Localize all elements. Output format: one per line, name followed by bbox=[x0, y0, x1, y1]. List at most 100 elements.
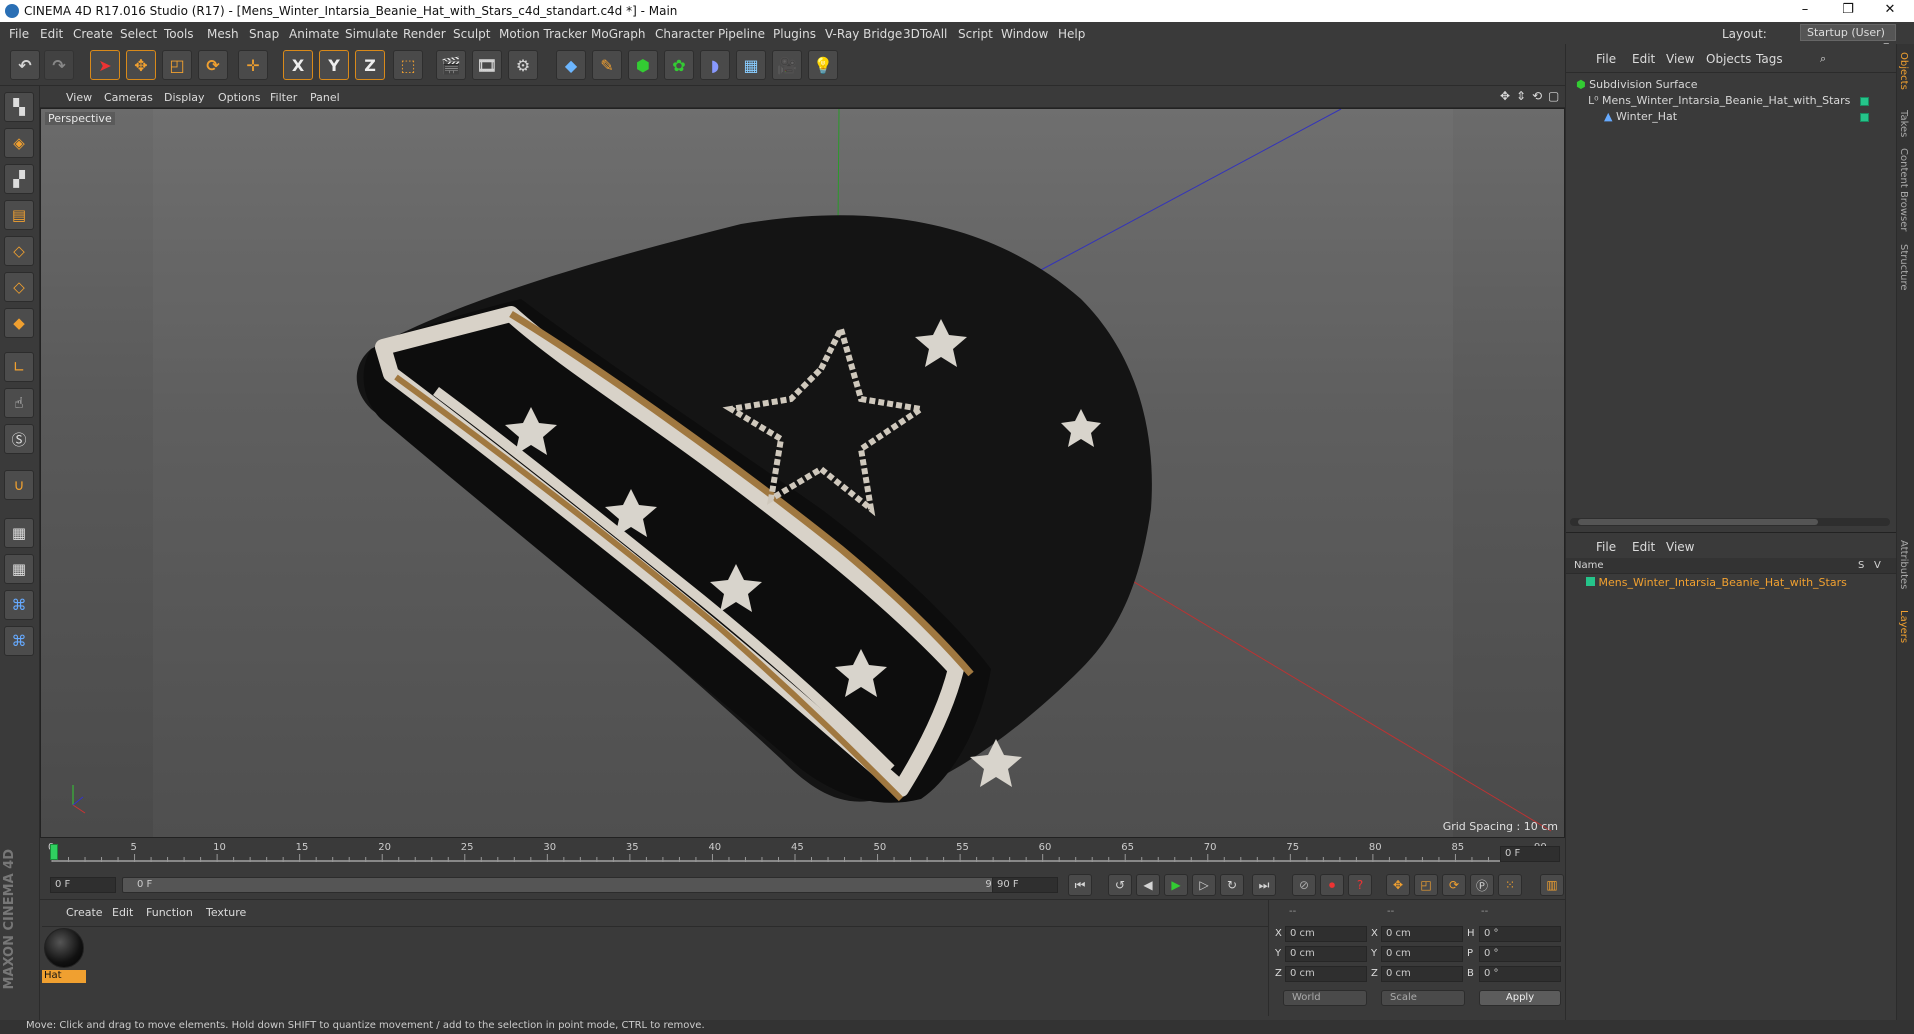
render-settings-icon[interactable]: ⚙ bbox=[508, 50, 538, 80]
axis-y-lock-button[interactable]: Y bbox=[319, 50, 349, 80]
size-mode-select[interactable]: Scale bbox=[1381, 990, 1465, 1006]
redo-icon[interactable]: ↷ bbox=[44, 50, 74, 80]
pen-spline-icon[interactable]: ✎ bbox=[592, 50, 622, 80]
previous-frame-icon[interactable]: ◀ bbox=[1136, 874, 1160, 896]
previous-key-icon[interactable]: ↺ bbox=[1108, 874, 1132, 896]
floor-environment-icon[interactable]: ▦ bbox=[736, 50, 766, 80]
layers-menu-file[interactable]: File bbox=[1596, 540, 1616, 554]
menu-file[interactable]: File bbox=[9, 27, 29, 41]
rotation-p-field[interactable]: 0 ° bbox=[1479, 946, 1561, 962]
next-frame-icon[interactable]: ▷ bbox=[1192, 874, 1216, 896]
object-row-subdivision-surface[interactable]: ⬢ Subdivision Surface bbox=[1576, 78, 1896, 94]
size-y-field[interactable]: 0 cm bbox=[1381, 946, 1463, 962]
position-y-field[interactable]: 0 cm bbox=[1285, 946, 1367, 962]
material-menu-function[interactable]: Function bbox=[146, 906, 193, 919]
axis-mode-icon[interactable]: ∟ bbox=[4, 352, 34, 382]
viewport-menu-view[interactable]: View bbox=[66, 91, 92, 104]
layers-menu-view[interactable]: View bbox=[1666, 540, 1694, 554]
objects-menu-tags[interactable]: Tags bbox=[1756, 52, 1783, 66]
objects-menu-objects[interactable]: Objects bbox=[1706, 52, 1751, 66]
viewport-maximize-icon[interactable]: ▢ bbox=[1548, 89, 1559, 103]
undo-icon[interactable]: ↶ bbox=[10, 50, 40, 80]
menu-script[interactable]: Script bbox=[958, 27, 993, 41]
make-editable-icon[interactable]: ▚ bbox=[4, 92, 34, 122]
workplane-mode-icon[interactable]: ▤ bbox=[4, 200, 34, 230]
start-frame-field[interactable]: 0 F bbox=[50, 877, 116, 893]
objects-menu-view[interactable]: View bbox=[1666, 52, 1694, 66]
scrollbar-thumb[interactable] bbox=[1578, 519, 1818, 525]
objects-menu-file[interactable]: File bbox=[1596, 52, 1616, 66]
tweak-mode-icon[interactable]: ☝ bbox=[4, 388, 34, 418]
minimize-button[interactable]: – bbox=[1785, 2, 1825, 20]
layer-row[interactable]: Mens_Winter_Intarsia_Beanie_Hat_with_Sta… bbox=[1586, 576, 1856, 592]
move-tool-icon[interactable]: ✥ bbox=[126, 50, 156, 80]
menu-motion-tracker[interactable]: Motion Tracker bbox=[499, 27, 587, 41]
tab-objects[interactable]: Objects bbox=[1898, 52, 1909, 90]
rotate-tool-icon[interactable]: ⟳ bbox=[198, 50, 228, 80]
scale-tool-icon[interactable]: ◰ bbox=[162, 50, 192, 80]
menu-create[interactable]: Create bbox=[73, 27, 113, 41]
viewport-menu-display[interactable]: Display bbox=[164, 91, 205, 104]
tab-structure[interactable]: Structure bbox=[1898, 244, 1909, 291]
snap-magnet-icon[interactable]: ∪ bbox=[4, 470, 34, 500]
rotation-b-field[interactable]: 0 ° bbox=[1479, 966, 1561, 982]
python-generator-icon[interactable]: ⌘ bbox=[4, 626, 34, 656]
play-forward-icon[interactable]: ▶ bbox=[1164, 874, 1188, 896]
model-mode-icon[interactable]: ◈ bbox=[4, 128, 34, 158]
search-icon[interactable]: ⌕ bbox=[1820, 52, 1826, 66]
recent-tool-icon[interactable]: ✛ bbox=[238, 50, 268, 80]
key-rotation-icon[interactable]: ⟳ bbox=[1442, 874, 1466, 896]
object-row-beanie-null[interactable]: L⁰ Mens_Winter_Intarsia_Beanie_Hat_with_… bbox=[1588, 94, 1898, 110]
frame-range-slider[interactable]: 0 F 90 F bbox=[122, 877, 1022, 893]
menu-vray-bridge[interactable]: V-Ray Bridge bbox=[825, 27, 902, 41]
menu-edit[interactable]: Edit bbox=[40, 27, 63, 41]
menu-mesh[interactable]: Mesh bbox=[207, 27, 239, 41]
material-hat[interactable]: Hat bbox=[42, 926, 86, 986]
autokeying-icon[interactable]: ⏺ bbox=[1320, 874, 1344, 896]
material-menu-edit[interactable]: Edit bbox=[112, 906, 133, 919]
light-icon[interactable]: 💡 bbox=[808, 50, 838, 80]
locked-workplane-icon[interactable]: ▦ bbox=[4, 518, 34, 548]
key-scale-icon[interactable]: ◰ bbox=[1414, 874, 1438, 896]
object-row-winter-hat[interactable]: ▲ Winter_Hat bbox=[1604, 110, 1884, 126]
next-key-icon[interactable]: ↻ bbox=[1220, 874, 1244, 896]
layer-color-tag[interactable] bbox=[1860, 97, 1869, 106]
go-to-start-icon[interactable]: ⏮ bbox=[1068, 874, 1092, 896]
menu-3dtoall[interactable]: 3DToAll bbox=[903, 27, 947, 41]
layer-color-tag[interactable] bbox=[1860, 113, 1869, 122]
menu-render[interactable]: Render bbox=[403, 27, 446, 41]
menu-sculpt[interactable]: Sculpt bbox=[453, 27, 490, 41]
menu-simulate[interactable]: Simulate bbox=[345, 27, 398, 41]
layout-select[interactable]: Startup (User)▾ bbox=[1800, 24, 1896, 52]
end-frame-field[interactable]: 90 F bbox=[992, 877, 1058, 893]
tab-layers[interactable]: Layers bbox=[1898, 610, 1909, 643]
3d-viewport[interactable]: Perspective Grid Spacing : 10 cm bbox=[40, 108, 1565, 838]
size-z-field[interactable]: 0 cm bbox=[1381, 966, 1463, 982]
viewport-menu-options[interactable]: Options bbox=[218, 91, 260, 104]
menu-help[interactable]: Help bbox=[1058, 27, 1085, 41]
menu-animate[interactable]: Animate bbox=[289, 27, 339, 41]
maximize-button[interactable]: ❐ bbox=[1828, 2, 1868, 20]
cloner-icon[interactable]: ✿ bbox=[664, 50, 694, 80]
edges-mode-icon[interactable]: ◇ bbox=[4, 272, 34, 302]
timeline-ruler[interactable]: 051015202530354045505560657075808590 0 F bbox=[40, 838, 1565, 870]
menu-tools[interactable]: Tools bbox=[164, 27, 194, 41]
python-script-icon[interactable]: ⌘ bbox=[4, 590, 34, 620]
record-keys-icon[interactable]: ⊘ bbox=[1292, 874, 1316, 896]
menu-mograph[interactable]: MoGraph bbox=[591, 27, 646, 41]
camera-icon[interactable]: 🎥 bbox=[772, 50, 802, 80]
menu-window[interactable]: Window bbox=[1001, 27, 1048, 41]
tab-content-browser[interactable]: Content Browser bbox=[1898, 148, 1909, 231]
close-button[interactable]: ✕ bbox=[1870, 2, 1910, 20]
key-pla-icon[interactable]: ⁙ bbox=[1498, 874, 1522, 896]
key-position-icon[interactable]: ✥ bbox=[1386, 874, 1410, 896]
objects-scrollbar[interactable] bbox=[1570, 518, 1890, 526]
coordinate-mode-select[interactable]: World bbox=[1283, 990, 1367, 1006]
points-mode-icon[interactable]: ◇ bbox=[4, 236, 34, 266]
menu-pipeline[interactable]: Pipeline bbox=[718, 27, 765, 41]
material-menu-create[interactable]: Create bbox=[66, 906, 103, 919]
apply-button[interactable]: Apply bbox=[1479, 990, 1561, 1006]
menu-plugins[interactable]: Plugins bbox=[773, 27, 816, 41]
key-parameter-icon[interactable]: Ⓟ bbox=[1470, 874, 1494, 896]
current-frame-field[interactable]: 0 F bbox=[1500, 846, 1560, 862]
